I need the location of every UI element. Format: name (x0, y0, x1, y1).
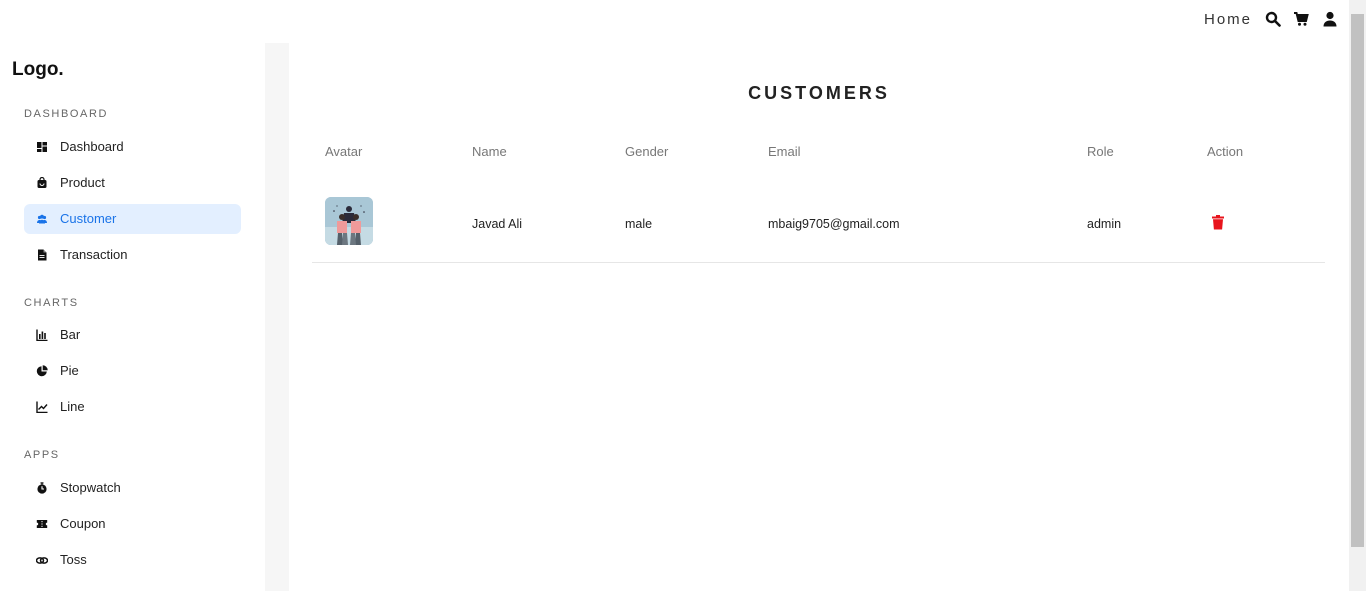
main-content: CUSTOMERS Avatar Name Gender Email Role … (289, 43, 1349, 591)
document-icon (36, 249, 48, 261)
column-header-action[interactable]: Action (1207, 144, 1243, 159)
people-icon (36, 213, 48, 225)
sidebar-gutter (265, 43, 289, 591)
sidebar: Logo. DASHBOARD Dashboard Product Custom… (0, 43, 265, 591)
search-icon[interactable] (1265, 11, 1281, 27)
sidebar-item-label: Dashboard (60, 139, 124, 154)
sidebar-item-label: Pie (60, 363, 79, 378)
sidebar-item-label: Customer (60, 211, 117, 226)
customer-role: admin (1087, 217, 1122, 231)
column-header-email[interactable]: Email (768, 144, 801, 159)
column-header-name[interactable]: Name (472, 144, 507, 159)
pie-chart-icon (36, 365, 48, 377)
coin-toss-icon (36, 554, 48, 566)
sidebar-item-label: Toss (60, 552, 87, 567)
line-chart-icon (36, 401, 48, 413)
sidebar-item-label: Bar (60, 327, 81, 342)
sidebar-item-bar[interactable]: Bar (24, 320, 241, 350)
coupon-icon (36, 518, 48, 530)
scrollbar-thumb[interactable] (1351, 14, 1364, 547)
customer-gender: male (625, 217, 653, 231)
sidebar-item-transaction[interactable]: Transaction (24, 240, 241, 270)
sidebar-item-line[interactable]: Line (24, 392, 241, 422)
stopwatch-icon (36, 482, 48, 494)
section-title-dashboard: DASHBOARD (24, 108, 109, 120)
cart-icon[interactable] (1293, 11, 1309, 27)
sidebar-item-label: Line (60, 399, 85, 414)
row-divider (312, 262, 1325, 263)
avatar (325, 197, 373, 245)
sidebar-item-dashboard[interactable]: Dashboard (24, 132, 241, 162)
sidebar-item-stopwatch[interactable]: Stopwatch (24, 473, 241, 503)
sidebar-item-pie[interactable]: Pie (24, 356, 241, 386)
page-title: CUSTOMERS (748, 83, 890, 103)
customer-email: mbaig9705@gmail.com (768, 217, 900, 231)
customer-name: Javad Ali (472, 217, 523, 231)
trash-icon[interactable] (1212, 215, 1224, 230)
sidebar-item-toss[interactable]: Toss (24, 545, 241, 575)
sidebar-item-coupon[interactable]: Coupon (24, 509, 241, 539)
bar-chart-icon (36, 329, 48, 341)
sidebar-item-label: Product (60, 175, 105, 190)
user-icon[interactable] (1322, 11, 1338, 27)
top-navbar: Home (0, 0, 1349, 40)
column-header-gender[interactable]: Gender (625, 144, 668, 159)
sidebar-item-product[interactable]: Product (24, 168, 241, 198)
bag-icon (36, 177, 48, 189)
column-header-role[interactable]: Role (1087, 144, 1114, 159)
sidebar-item-label: Coupon (60, 516, 106, 531)
sidebar-item-customer[interactable]: Customer (24, 204, 241, 234)
scrollbar[interactable] (1349, 0, 1366, 591)
section-title-apps: APPS (24, 449, 60, 461)
home-link[interactable]: Home (1204, 11, 1252, 28)
sidebar-item-label: Stopwatch (60, 480, 121, 495)
column-header-avatar[interactable]: Avatar (325, 144, 362, 159)
section-title-charts: CHARTS (24, 297, 79, 309)
logo: Logo. (12, 59, 64, 80)
dashboard-icon (36, 141, 48, 153)
sidebar-item-label: Transaction (60, 247, 128, 262)
